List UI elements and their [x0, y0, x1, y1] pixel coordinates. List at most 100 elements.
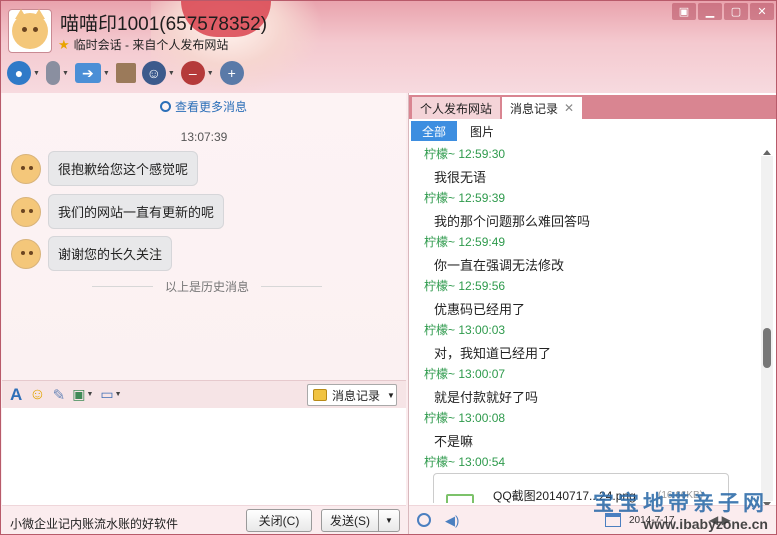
block-user-button[interactable]: – ▼: [180, 59, 214, 87]
message-item: 我们的网站一直有更新的呢: [11, 194, 225, 229]
close-window-button[interactable]: ✕: [750, 3, 774, 20]
history-divider-label: 以上是历史消息: [165, 280, 250, 294]
history-filters: 全部 图片: [409, 119, 776, 143]
message-bubble: 我们的网站一直有更新的呢: [48, 194, 225, 229]
image-button[interactable]: ▣ ▼: [72, 383, 93, 407]
chat-window: 喵喵印1001(657578352) ★ 临时会话 - 来自个人发布网站 ▣ ▁…: [0, 0, 777, 535]
emoji-button[interactable]: ☺: [29, 383, 45, 407]
history-sender: 柠檬~ 12:59:39: [424, 191, 506, 205]
add-friend-button[interactable]: +: [219, 59, 244, 87]
voice-call-button[interactable]: ▼: [45, 59, 69, 87]
window-title: 喵喵印1001(657578352): [60, 14, 268, 35]
history-text: 你一直在强调无法修改: [434, 258, 565, 273]
message-input[interactable]: [2, 408, 406, 505]
clock-icon: [160, 101, 171, 112]
history-text: 优惠码已经用了: [434, 302, 526, 317]
contact-card-button[interactable]: ☺ ▼: [141, 59, 175, 87]
file-transfer-icon: ➔: [74, 63, 101, 83]
block-user-icon: –: [180, 61, 205, 85]
chevron-down-icon: ▼: [102, 69, 110, 77]
tab-label: 消息记录: [510, 101, 559, 116]
file-attachment[interactable]: QQ截图20140717...24.png (16.66KB): [433, 473, 729, 503]
history-footer: ◀) 2014-7-17 ◀ ▶: [409, 505, 776, 534]
screen-share-icon: [115, 63, 136, 83]
input-toolbar: A ☺ ✎ ▣ ▼ ▭ ▼ 消息记录 ▼: [2, 380, 406, 408]
minimize-button[interactable]: ▁: [698, 3, 722, 20]
filter-images[interactable]: 图片: [459, 121, 505, 141]
message-area[interactable]: 查看更多消息 13:07:39 很抱歉给您这个感觉呢 我们的网站一直有更新的呢 …: [2, 93, 406, 380]
sender-avatar[interactable]: [11, 196, 41, 227]
video-call-button[interactable]: ● ▼: [7, 59, 40, 87]
history-sender: 柠檬~ 12:59:49: [424, 235, 506, 249]
speaker-icon[interactable]: ◀): [445, 513, 459, 529]
history-sender: 柠檬~ 12:59:30: [424, 147, 506, 161]
maximize-button[interactable]: ▢: [724, 3, 748, 20]
message-item: 谢谢您的长久关注: [11, 236, 173, 271]
contact-avatar[interactable]: [8, 9, 52, 53]
file-size: (16.66KB): [658, 490, 704, 501]
video-icon: ●: [7, 61, 31, 85]
close-icon[interactable]: ✕: [564, 101, 574, 115]
ad-link[interactable]: 小微企业记内账流水账的好软件: [10, 515, 178, 532]
chevron-down-icon: ▼: [33, 69, 40, 77]
magic-expression-button[interactable]: ✎: [53, 383, 66, 407]
chevron-down-icon: ▼: [385, 516, 393, 525]
tab-message-history[interactable]: 消息记录 ✕: [502, 97, 583, 119]
message-item: 很抱歉给您这个感觉呢: [11, 151, 199, 186]
history-text: 我的那个问题那么难回答吗: [434, 214, 591, 229]
sender-avatar[interactable]: [11, 153, 41, 184]
window-controls: ▣ ▁ ▢ ✕: [672, 3, 774, 20]
chevron-down-icon: ▼: [387, 390, 395, 400]
tab-label: 个人发布网站: [420, 101, 493, 116]
history-sender: 柠檬~ 13:00:54: [424, 455, 506, 469]
session-subtitle: ★ 临时会话 - 来自个人发布网站: [58, 36, 228, 53]
history-sender: 柠檬~ 13:00:03: [424, 323, 506, 337]
tab-personal-site[interactable]: 个人发布网站: [412, 97, 501, 119]
session-subtitle-text: 临时会话 - 来自个人发布网站: [73, 38, 229, 52]
history-scrollbar[interactable]: [761, 150, 773, 507]
side-panel: 个人发布网站 消息记录 ✕ 全部 图片 柠檬~ 12:59:30 我很无语 柠檬…: [408, 93, 776, 534]
search-icon[interactable]: [417, 513, 431, 527]
more-messages-label: 查看更多消息: [175, 100, 248, 114]
history-sender: 柠檬~ 12:59:56: [424, 279, 506, 293]
history-text: 我很无语: [434, 170, 487, 185]
session-toolbar: ● ▼ ▼ ➔ ▼ ☺ ▼ – ▼ +: [7, 59, 244, 87]
history-list[interactable]: 柠檬~ 12:59:30 我很无语 柠檬~ 12:59:39 我的那个问题那么难…: [409, 143, 765, 503]
font-button[interactable]: A: [10, 383, 22, 407]
sender-avatar[interactable]: [11, 238, 41, 269]
filter-all[interactable]: 全部: [411, 121, 458, 141]
history-text: 就是付款就好了吗: [434, 390, 539, 405]
history-divider: 以上是历史消息: [92, 278, 322, 295]
chevron-down-icon: ▼: [206, 69, 214, 77]
history-text: 对，我知道已经用了: [434, 346, 552, 361]
history-icon: [313, 389, 327, 401]
voice-icon: [45, 61, 60, 85]
message-history-button[interactable]: 消息记录 ▼: [307, 384, 397, 406]
scroll-up-icon[interactable]: [763, 150, 771, 155]
send-button[interactable]: 发送(S): [321, 509, 379, 532]
skin-button[interactable]: ▣: [672, 3, 696, 20]
history-sender: 柠檬~ 13:00:08: [424, 411, 506, 425]
history-date: 2014-7-17: [629, 515, 675, 526]
message-history-label: 消息记录: [332, 388, 381, 403]
add-friend-icon: +: [219, 61, 244, 85]
close-button[interactable]: 关闭(C): [246, 509, 312, 532]
message-bubble: 很抱歉给您这个感觉呢: [48, 151, 199, 186]
send-options-button[interactable]: ▼: [378, 509, 400, 532]
bottom-bar: 小微企业记内账流水账的好软件 关闭(C) 发送(S) ▼: [2, 505, 406, 534]
file-transfer-button[interactable]: ➔ ▼: [74, 59, 110, 87]
file-name: QQ截图20140717...24.png: [493, 489, 636, 503]
chevron-down-icon: ▼: [61, 69, 69, 77]
message-bubble: 谢谢您的长久关注: [48, 236, 173, 271]
screen-share-button[interactable]: [115, 59, 136, 87]
image-file-icon: [446, 494, 474, 503]
side-tabs: 个人发布网站 消息记录 ✕: [409, 95, 776, 119]
more-messages-link[interactable]: 查看更多消息: [160, 98, 247, 115]
star-icon: ★: [58, 36, 70, 52]
contact-card-icon: ☺: [141, 61, 166, 85]
history-nav-arrows[interactable]: ◀ ▶: [709, 513, 731, 527]
scroll-thumb[interactable]: [763, 328, 771, 368]
cat-avatar-icon: [12, 9, 48, 49]
screenshot-button[interactable]: ▭ ▼: [100, 383, 121, 407]
calendar-icon[interactable]: [605, 513, 621, 527]
